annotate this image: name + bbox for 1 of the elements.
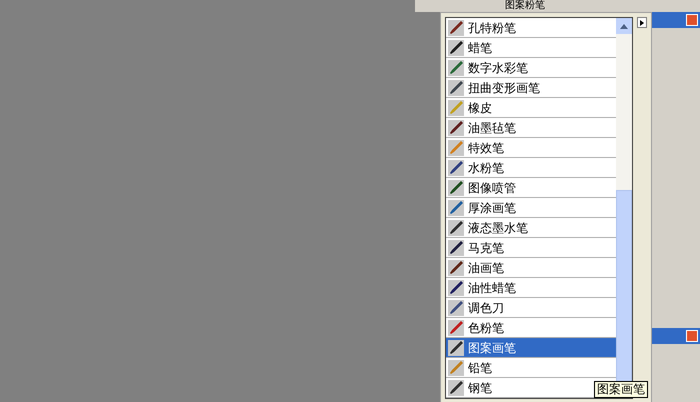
tooltip: 图案画笔: [594, 381, 648, 398]
